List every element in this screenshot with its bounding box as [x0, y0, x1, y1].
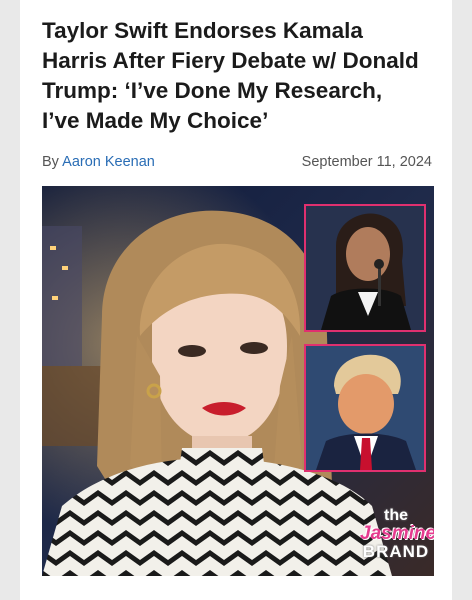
watermark-brand: BRAND — [362, 542, 430, 561]
publish-date: September 11, 2024 — [301, 154, 432, 170]
hero-image[interactable]: the Jasmine BRAND — [42, 186, 434, 576]
watermark-the: the — [384, 507, 408, 524]
the-jasmine-brand-watermark: the Jasmine BRAND — [360, 507, 434, 561]
kamala-harris-photo — [304, 204, 426, 332]
watermark-jasmine: Jasmine — [360, 523, 434, 544]
trump-illustration — [306, 346, 424, 470]
byline: By Aaron Keenan September 11, 2024 — [42, 154, 432, 174]
harris-illustration — [306, 206, 424, 330]
donald-trump-photo — [304, 344, 426, 472]
author-link[interactable]: Aaron Keenan — [62, 154, 155, 170]
article-headline[interactable]: Taylor Swift Endorses Kamala Harris Afte… — [42, 16, 422, 136]
article-card: Taylor Swift Endorses Kamala Harris Afte… — [20, 0, 452, 600]
byline-prefix: By — [42, 154, 59, 170]
